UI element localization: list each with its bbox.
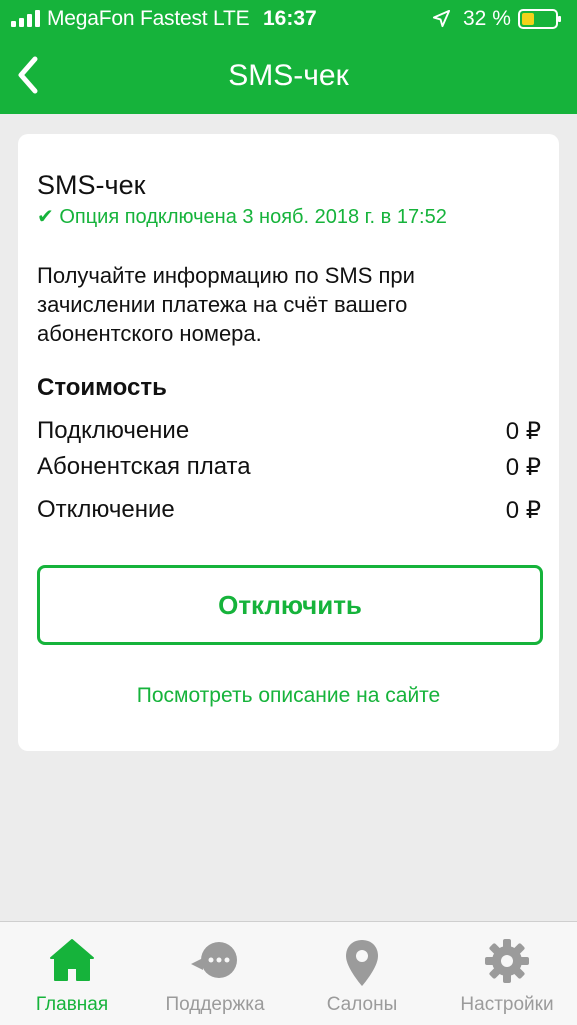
option-card: SMS-чек ✔ Опция подключена 3 нояб. 2018 … bbox=[18, 134, 559, 751]
tab-settings[interactable]: Настройки bbox=[435, 922, 577, 1025]
disconnect-button[interactable]: Отключить bbox=[37, 565, 543, 645]
option-description: Получайте информацию по SMS при зачислен… bbox=[37, 263, 415, 346]
cost-label: Отключение bbox=[37, 496, 175, 523]
home-icon bbox=[50, 939, 94, 981]
status-bar: MegaFon Fastest LTE 16:37 32 % bbox=[0, 0, 577, 38]
cost-value: 0 ₽ bbox=[505, 454, 541, 481]
tab-support[interactable]: Поддержка bbox=[143, 922, 287, 1025]
cost-label: Абонентская плата bbox=[37, 453, 251, 480]
tab-label: Главная bbox=[35, 994, 109, 1015]
tab-label: Настройки bbox=[460, 994, 554, 1015]
status-time: 16:37 bbox=[263, 7, 317, 30]
tab-label: Поддержка bbox=[165, 994, 265, 1015]
cost-row-disconnection: Отключение 0 ₽ bbox=[37, 496, 541, 530]
cost-row-connection: Подключение 0 ₽ bbox=[37, 417, 541, 451]
location-arrow-icon bbox=[432, 9, 451, 28]
chat-icon bbox=[191, 942, 237, 978]
signal-icon bbox=[11, 10, 40, 27]
tab-label: Салоны bbox=[326, 994, 398, 1015]
tab-stores[interactable]: Салоны bbox=[290, 922, 434, 1025]
battery-icon bbox=[518, 9, 561, 29]
option-status: ✔ Опция подключена 3 нояб. 2018 г. в 17:… bbox=[37, 206, 447, 228]
tab-bar: Главная Поддержка Салоны Настройки bbox=[0, 921, 577, 1025]
carrier-name: MegaFon Fastest LTE bbox=[47, 7, 250, 30]
cost-label: Подключение bbox=[37, 417, 190, 444]
map-pin-icon bbox=[346, 940, 378, 986]
option-title: SMS-чек bbox=[37, 170, 146, 200]
tab-home[interactable]: Главная bbox=[0, 922, 144, 1025]
cost-row-subscription: Абонентская плата 0 ₽ bbox=[37, 453, 541, 487]
page-title: SMS-чек bbox=[228, 59, 349, 92]
cost-value: 0 ₽ bbox=[505, 418, 541, 445]
gear-icon bbox=[485, 939, 529, 983]
view-site-description-link[interactable]: Посмотреть описание на сайте bbox=[18, 684, 559, 708]
cost-heading: Стоимость bbox=[37, 374, 167, 401]
battery-percent: 32 % bbox=[463, 7, 511, 30]
cost-value: 0 ₽ bbox=[505, 497, 541, 524]
